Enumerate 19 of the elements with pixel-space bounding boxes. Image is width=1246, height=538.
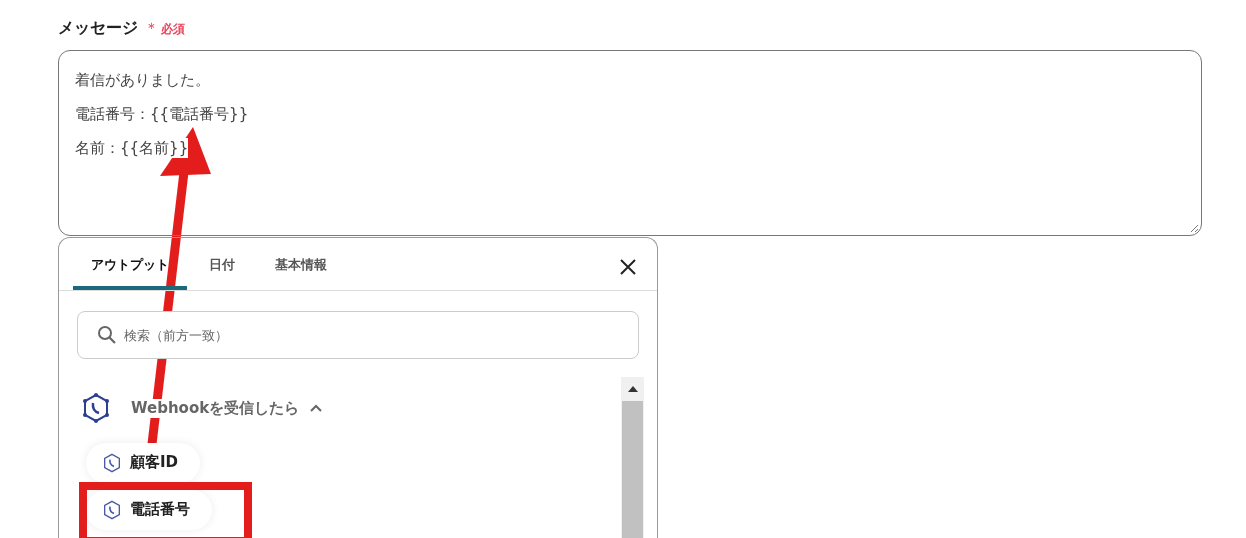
scrollbar[interactable] [621, 377, 644, 538]
group-header[interactable]: Webhookを受信したら [77, 377, 621, 439]
tab[interactable]: 基本情報 [257, 238, 345, 290]
close-icon[interactable] [619, 258, 637, 276]
output-item[interactable]: 顧客ID [86, 442, 201, 483]
group-title: Webhookを受信したら [131, 398, 300, 418]
search-icon [97, 325, 117, 345]
output-item[interactable]: 電話番号 [86, 489, 212, 530]
required-text: 必須 [161, 21, 185, 38]
tab[interactable]: アウトプット [73, 238, 187, 290]
hexagon-phone-icon [102, 451, 122, 474]
resize-handle-icon[interactable] [1189, 223, 1199, 233]
search-field[interactable]: 検索（前方一致） [77, 311, 639, 359]
field-label: メッセージ [58, 18, 138, 39]
hexagon-phone-icon [81, 392, 111, 424]
hexagon-phone-icon [102, 498, 122, 521]
required-mark: ＊ [144, 19, 159, 38]
scroll-up-icon[interactable] [626, 385, 639, 393]
tab[interactable]: 日付 [191, 238, 253, 290]
